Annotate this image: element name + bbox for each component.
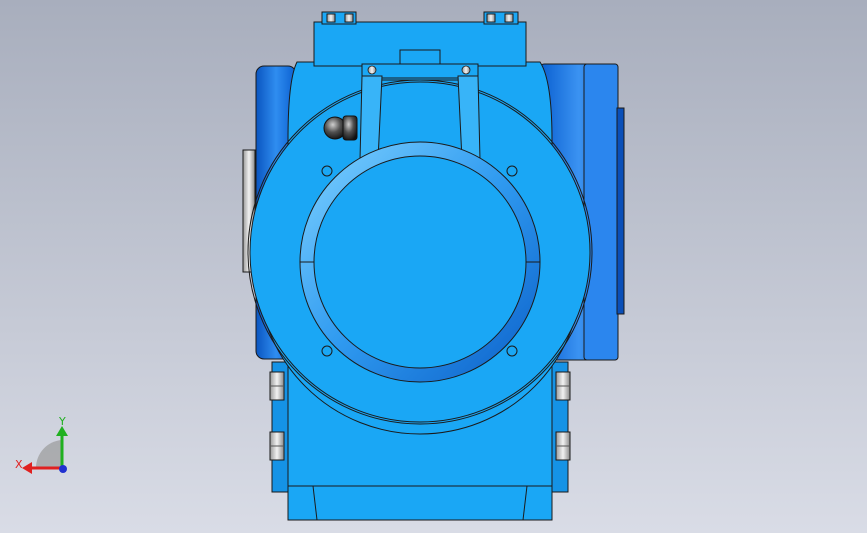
triad-x-label: X (15, 458, 23, 471)
output-flange-ring[interactable] (299, 141, 541, 383)
lower-bolt-right-bottom[interactable] (555, 431, 571, 461)
cad-graphics-viewport[interactable]: X Y (0, 0, 867, 533)
lower-bolt-left-top[interactable] (269, 371, 285, 401)
lower-bolt-right-top[interactable] (555, 371, 571, 401)
triad-y-label: Y (58, 415, 66, 428)
lower-bolt-left-bottom[interactable] (269, 431, 285, 461)
cable-gland-nut[interactable] (323, 115, 358, 141)
model-view[interactable]: X Y (0, 0, 867, 533)
